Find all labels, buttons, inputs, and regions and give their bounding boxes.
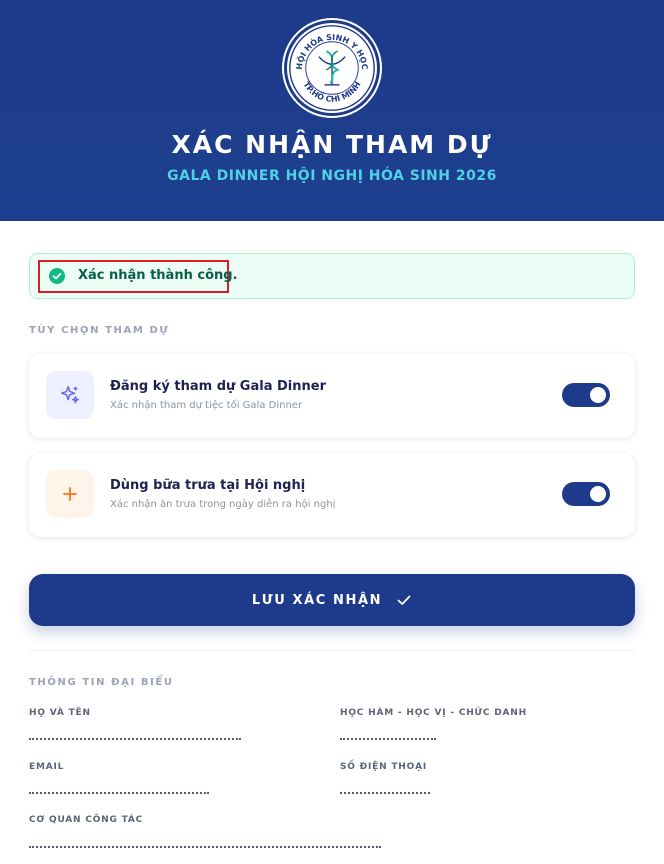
check-circle-icon: [49, 268, 65, 284]
logo-emblem-icon: HỘI HÓA SINH Y HỌC TP.HỒ CHÍ MINH: [289, 25, 375, 111]
lunch-toggle[interactable]: [562, 482, 610, 506]
phone-label: SỐ ĐIỆN THOẠI: [340, 762, 428, 772]
association-logo: HỘI HÓA SINH Y HỌC TP.HỒ CHÍ MINH: [284, 20, 380, 116]
plus-icon: [46, 470, 94, 518]
option-title-lunch: Dùng bữa trưa tại Hội nghị: [110, 478, 306, 493]
name-label: HỌ VÀ TÊN: [29, 708, 91, 718]
gala-toggle[interactable]: [562, 383, 610, 407]
email-label: EMAIL: [29, 762, 65, 772]
section-divider: [29, 650, 635, 651]
option-subtitle-lunch: Xác nhận ăn trưa trong ngày diễn ra hội …: [110, 499, 336, 510]
save-button-label: LƯU XÁC NHẬN: [251, 592, 383, 608]
org-value-redacted: [29, 834, 381, 848]
toggle-knob: [590, 486, 606, 502]
sparkles-icon: [46, 371, 94, 419]
options-section-label: TÙY CHỌN THAM DỰ: [29, 325, 170, 336]
page-title: XÁC NHẬN THAM DỰ: [171, 130, 493, 159]
name-value-redacted: [29, 726, 241, 740]
email-value-redacted: [29, 780, 209, 794]
phone-value-redacted: [340, 780, 430, 794]
option-subtitle-gala: Xác nhận tham dự tiệc tối Gala Dinner: [110, 400, 303, 411]
header-banner: HỘI HÓA SINH Y HỌC TP.HỒ CHÍ MINH XÁC NH…: [0, 0, 664, 221]
option-title-gala: Đăng ký tham dự Gala Dinner: [110, 379, 326, 394]
save-confirmation-button[interactable]: LƯU XÁC NHẬN: [29, 574, 635, 626]
alert-message: Xác nhận thành công.: [78, 268, 238, 283]
option-card-gala: Đăng ký tham dự Gala Dinner Xác nhận tha…: [29, 354, 635, 438]
check-icon: [397, 595, 411, 605]
title-value-redacted: [340, 726, 436, 740]
delegate-section-label: THÔNG TIN ĐẠI BIỂU: [29, 677, 174, 688]
option-card-lunch: Dùng bữa trưa tại Hội nghị Xác nhận ăn t…: [29, 453, 635, 537]
title-label: HỌC HÀM - HỌC VỊ - CHỨC DANH: [340, 708, 527, 718]
success-alert: Xác nhận thành công.: [29, 253, 635, 299]
page-subtitle: GALA DINNER HỘI NGHỊ HÓA SINH 2026: [167, 168, 497, 184]
toggle-knob: [590, 387, 606, 403]
org-label: CƠ QUAN CÔNG TÁC: [29, 815, 144, 825]
